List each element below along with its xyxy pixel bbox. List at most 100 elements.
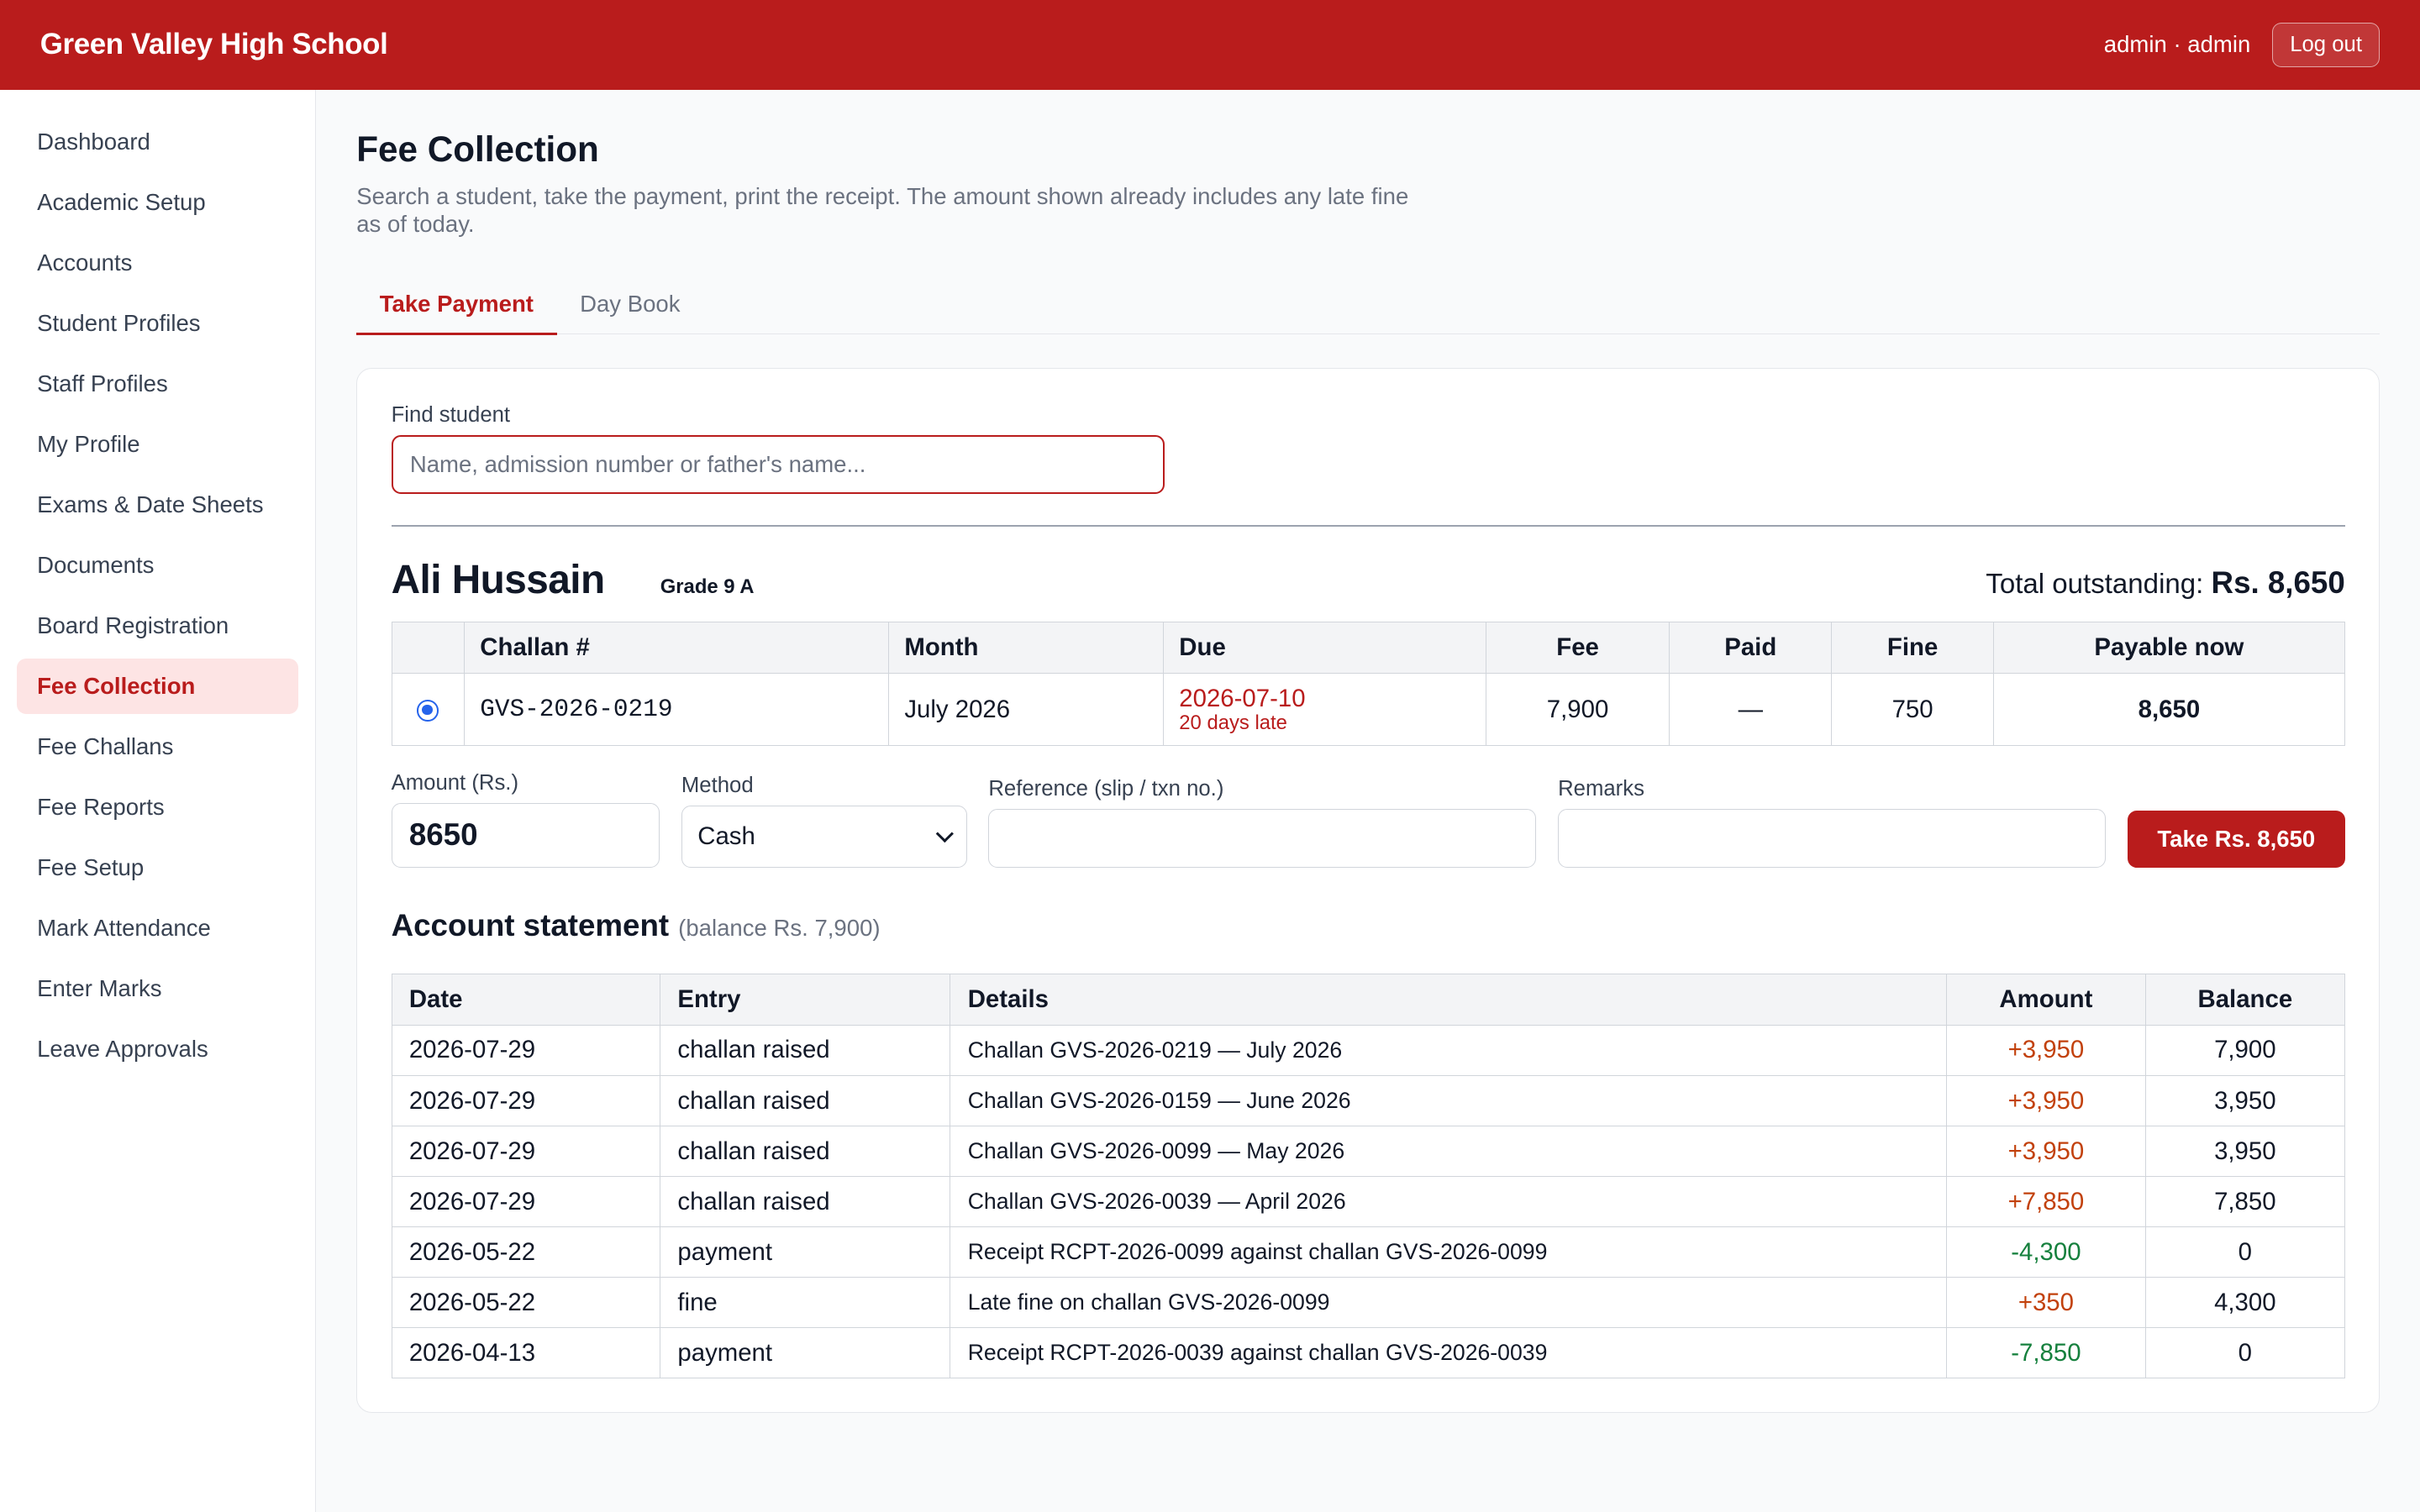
sidebar-item-fee-setup[interactable]: Fee Setup	[17, 840, 298, 895]
method-selected-value: Cash	[697, 822, 755, 851]
statement-amount: -4,300	[1945, 1226, 2146, 1278]
statement-amount: +3,950	[1945, 1024, 2146, 1077]
tab-take-payment[interactable]: Take Payment	[356, 278, 557, 335]
col-fee: Fee	[1485, 622, 1670, 674]
payment-card: Find student Ali Hussain Grade 9 A Total…	[356, 368, 2381, 1413]
statement-amount: +3,950	[1945, 1075, 2146, 1127]
sidebar-item-exams-date-sheets[interactable]: Exams & Date Sheets	[17, 477, 298, 533]
current-user: admin · admin	[2103, 31, 2251, 58]
statement-date: 2026-07-29	[391, 1075, 661, 1127]
statement-details: Challan GVS-2026-0099 — May 2026	[950, 1126, 1947, 1178]
sidebar-item-my-profile[interactable]: My Profile	[17, 417, 298, 472]
statement-date: 2026-07-29	[391, 1126, 661, 1178]
sidebar-item-fee-reports[interactable]: Fee Reports	[17, 780, 298, 835]
reference-input[interactable]	[988, 809, 1537, 868]
statement-details: Receipt RCPT-2026-0039 against challan G…	[950, 1327, 1947, 1379]
statement-balance: (balance Rs. 7,900)	[678, 914, 881, 941]
statement-balance-value: 0	[2144, 1226, 2345, 1278]
statement-amount: +3,950	[1945, 1126, 2146, 1178]
statement-title: Account statement	[391, 907, 670, 942]
statement-balance-value: 7,900	[2144, 1024, 2345, 1077]
statement-row: 2026-05-22 payment Receipt RCPT-2026-0099 …	[391, 1226, 2345, 1278]
remarks-field: Remarks	[1558, 776, 2107, 868]
take-payment-button[interactable]: Take Rs. 8,650	[2127, 810, 2345, 868]
logout-button[interactable]: Log out	[2272, 22, 2381, 67]
challan-due-date: 2026-07-10	[1179, 685, 1306, 713]
reference-label: Reference (slip / txn no.)	[988, 776, 1224, 801]
statement-entry: fine	[660, 1277, 951, 1329]
find-student-label: Find student	[391, 402, 511, 427]
main-content: Fee Collection Search a student, take th…	[316, 90, 2419, 1512]
challan-select-cell	[391, 672, 465, 747]
sidebar-item-board-registration[interactable]: Board Registration	[17, 598, 298, 654]
challan-late-note: 20 days late	[1179, 711, 1287, 735]
method-select[interactable]: Cash	[681, 806, 967, 868]
statement-entry: challan raised	[660, 1126, 951, 1178]
tab-day-book[interactable]: Day Book	[557, 278, 704, 333]
sidebar-item-staff-profiles[interactable]: Staff Profiles	[17, 356, 298, 412]
statement-row: 2026-07-29 challan raised Challan GVS-2026…	[391, 1024, 2345, 1077]
challan-table-header: Challan # Month Due Fee Paid Fine Payabl…	[391, 622, 2345, 674]
student-grade: Grade 9 A	[660, 575, 755, 599]
statement-details: Receipt RCPT-2026-0099 against challan G…	[950, 1226, 1947, 1278]
remarks-label: Remarks	[1558, 776, 1644, 801]
statement-row: 2026-07-29 challan raised Challan GVS-2026…	[391, 1126, 2345, 1178]
method-field: Method Cash	[681, 774, 967, 868]
sidebar-item-student-profiles[interactable]: Student Profiles	[17, 296, 298, 351]
statement-entry: payment	[660, 1226, 951, 1278]
sidebar-item-accounts[interactable]: Accounts	[17, 235, 298, 291]
reference-field: Reference (slip / txn no.)	[988, 776, 1537, 868]
col-details: Details	[950, 974, 1947, 1026]
sidebar-item-fee-collection[interactable]: Fee Collection	[17, 658, 299, 714]
statement-body: 2026-07-29 challan raised Challan GVS-2026…	[391, 1024, 2345, 1379]
school-name: Green Valley High School	[39, 28, 388, 61]
challan-radio[interactable]	[417, 699, 439, 722]
student-identity: Ali Hussain Grade 9 A	[392, 557, 755, 603]
sidebar: Dashboard Academic Setup Accounts Studen…	[0, 89, 317, 1512]
statement-balance-value: 4,300	[2144, 1277, 2345, 1329]
remarks-input[interactable]	[1558, 809, 2107, 868]
amount-label: Amount (Rs.)	[391, 770, 519, 795]
statement-balance-value: 0	[2144, 1327, 2345, 1379]
app-root: Green Valley High School admin · admin L…	[0, 0, 2420, 1512]
user-area: admin · admin Log out	[2103, 22, 2381, 67]
statement-balance-value: 3,950	[2144, 1126, 2345, 1178]
statement-date: 2026-07-29	[391, 1176, 661, 1228]
outstanding-amount: Rs. 8,650	[2211, 565, 2345, 601]
sidebar-item-documents[interactable]: Documents	[17, 538, 298, 593]
sidebar-item-fee-challans[interactable]: Fee Challans	[17, 719, 298, 774]
sidebar-item-enter-marks[interactable]: Enter Marks	[17, 960, 298, 1016]
statement-balance-value: 7,850	[2144, 1176, 2345, 1228]
col-paid: Paid	[1669, 622, 1833, 674]
student-search-input[interactable]	[391, 435, 1165, 494]
sidebar-item-dashboard[interactable]: Dashboard	[17, 114, 298, 170]
challan-month: July 2026	[888, 672, 1164, 747]
statement-entry: challan raised	[660, 1075, 951, 1127]
col-entry: Entry	[660, 974, 951, 1026]
col-month: Month	[888, 622, 1164, 674]
statement-amount: +350	[1945, 1277, 2146, 1329]
amount-input[interactable]	[391, 802, 660, 868]
statement-entry: payment	[660, 1327, 951, 1379]
statement-details: Challan GVS-2026-0039 — April 2026	[950, 1176, 1947, 1228]
sidebar-item-academic-setup[interactable]: Academic Setup	[17, 175, 298, 230]
col-fine: Fine	[1831, 622, 1995, 674]
top-bar: Green Valley High School admin · admin L…	[0, 0, 2420, 90]
statement-date: 2026-05-22	[391, 1226, 661, 1278]
statement-table-header: Date Entry Details Amount Balance	[391, 974, 2345, 1026]
col-due: Due	[1162, 622, 1486, 674]
challan-fine: 750	[1831, 672, 1995, 747]
sidebar-item-leave-approvals[interactable]: Leave Approvals	[17, 1021, 298, 1076]
divider	[391, 524, 2345, 527]
challan-number: GVS-2026-0219	[463, 672, 889, 747]
statement-entry: challan raised	[660, 1024, 951, 1077]
layout: Dashboard Academic Setup Accounts Studen…	[0, 89, 2420, 1512]
amount-field: Amount (Rs.)	[391, 770, 660, 868]
challan-row[interactable]: GVS-2026-0219 July 2026 2026-07-10 20 da…	[391, 672, 2345, 747]
statement-table: Date Entry Details Amount Balance 2026-0…	[391, 974, 2345, 1379]
statement-amount: +7,850	[1945, 1176, 2146, 1228]
page-title: Fee Collection	[356, 129, 599, 170]
col-challan: Challan #	[463, 622, 889, 674]
statement-balance-value: 3,950	[2144, 1075, 2345, 1127]
sidebar-item-mark-attendance[interactable]: Mark Attendance	[17, 900, 298, 955]
